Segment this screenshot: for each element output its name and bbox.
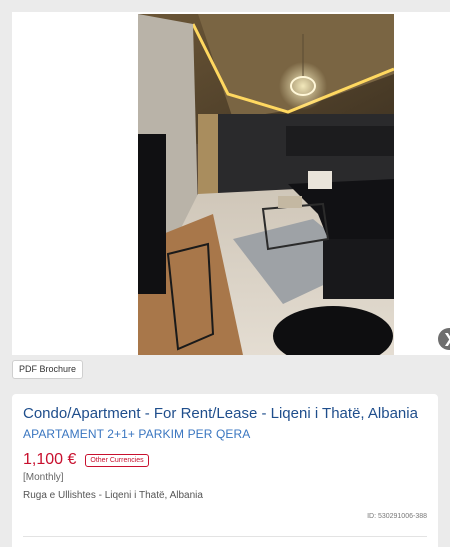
price: 1,100 € [23,451,77,468]
listing-subtitle: APARTAMENT 2+1+ PARKIM PER QERA [23,427,251,441]
pdf-brochure-button[interactable]: PDF Brochure [12,360,84,379]
price-period: [Monthly] [23,472,64,483]
photo-gallery: ❯ [12,12,450,355]
divider [23,536,427,537]
listing-location: Ruga e Ullishtes - Liqeni i Thatë, Alban… [23,490,203,501]
listing-photo[interactable] [138,14,394,355]
other-currencies-button[interactable]: Other Currencies [85,453,149,467]
listing-card: Condo/Apartment - For Rent/Lease - Liqen… [12,394,438,547]
listing-id: ID: 530291006-388 [367,513,427,520]
listing-title[interactable]: Condo/Apartment - For Rent/Lease - Liqen… [23,405,427,423]
price-row: 1,100 € Other Currencies [23,451,427,469]
chevron-right-icon[interactable]: ❯ [438,328,450,350]
